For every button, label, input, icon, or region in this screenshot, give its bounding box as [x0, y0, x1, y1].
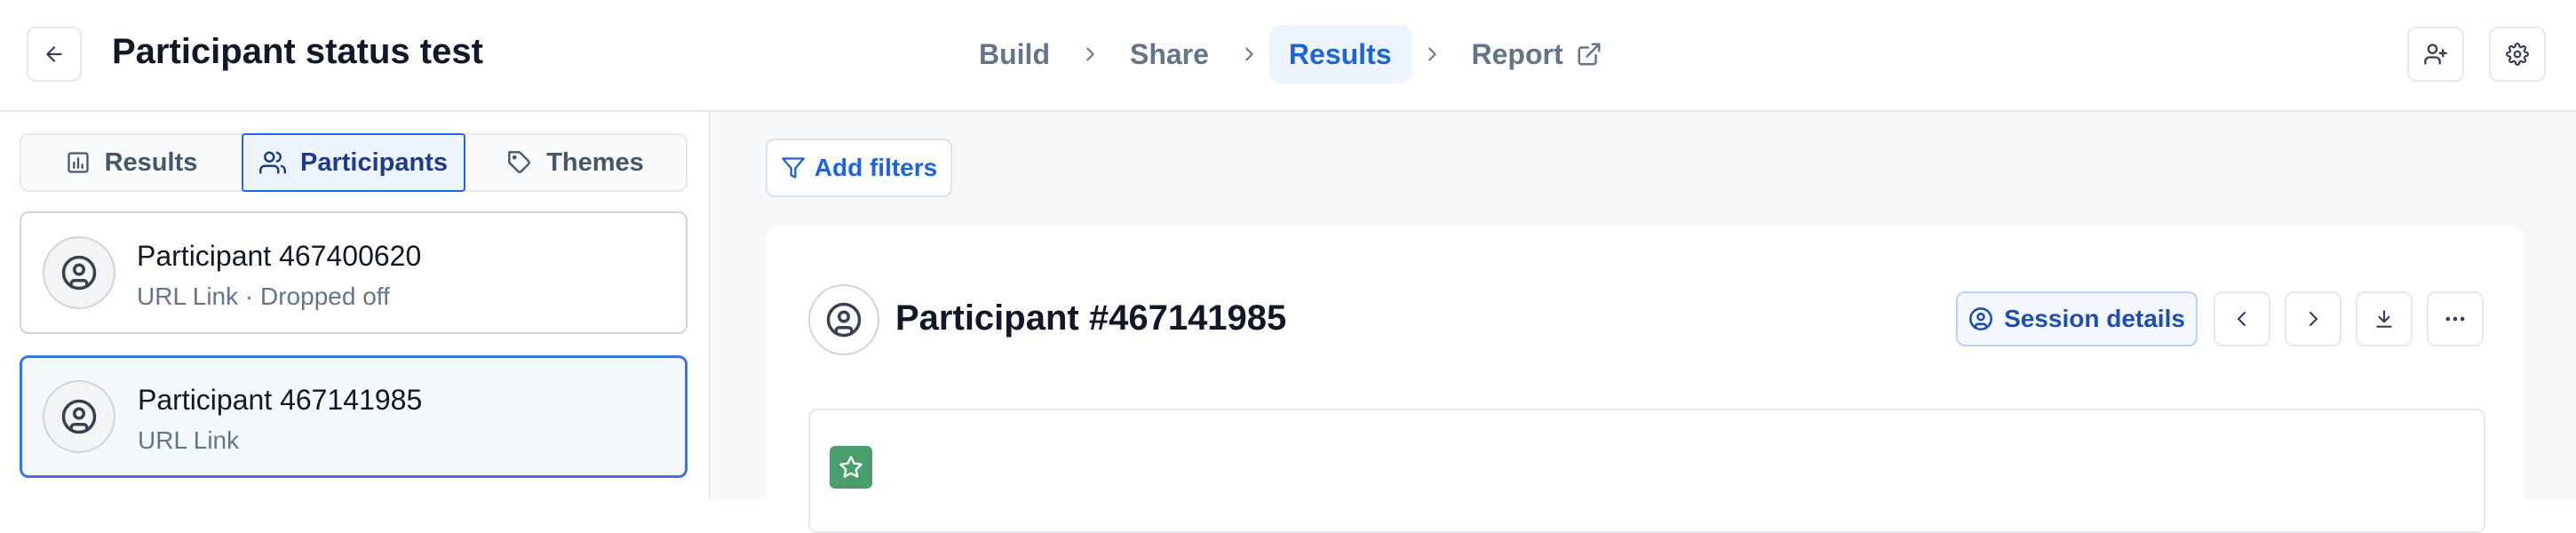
more-options-button[interactable]: [2427, 291, 2484, 346]
step-build[interactable]: Build: [959, 25, 1069, 84]
more-horizontal-icon: [2445, 316, 2465, 322]
filter-icon: [781, 157, 805, 179]
step-report-label: Report: [1471, 37, 1563, 70]
users-icon: [259, 151, 286, 174]
avatar: [43, 380, 115, 453]
user-circle-icon: [61, 399, 97, 434]
response-card: [808, 409, 2485, 533]
chevron-right-icon: [1069, 44, 1110, 64]
tab-results[interactable]: Results: [21, 135, 242, 190]
download-button[interactable]: [2356, 291, 2413, 346]
add-filters-label: Add filters: [814, 154, 938, 181]
participant-title: Participant #467141985: [895, 298, 1287, 338]
user-circle-icon: [61, 255, 97, 290]
participant-source: URL Link · Dropped off: [137, 282, 390, 310]
tab-results-label: Results: [104, 147, 198, 177]
participant-detail-card: Participant #467141985 Session details: [766, 226, 2524, 533]
chevron-right-icon: [2309, 311, 2318, 327]
arrow-left-icon: [46, 46, 62, 62]
page-title: Participant status test: [112, 32, 483, 71]
settings-button[interactable]: [2489, 27, 2546, 82]
workflow-steps: Build Share Results Report: [959, 23, 1622, 85]
download-icon: [2376, 310, 2392, 328]
step-share[interactable]: Share: [1110, 25, 1228, 84]
panel-tabs: Results Participants Themes: [20, 133, 688, 192]
tag-icon: [508, 151, 531, 173]
top-header: Participant status test Build Share Resu…: [0, 0, 2576, 112]
tab-themes-label: Themes: [546, 147, 644, 177]
participants-panel: Results Participants Themes Participant …: [0, 112, 711, 499]
tab-participants-label: Participants: [300, 147, 448, 177]
gear-icon: [2506, 43, 2529, 66]
session-details-label: Session details: [2004, 305, 2185, 332]
chevron-right-icon: [1228, 44, 1269, 64]
avatar: [43, 236, 115, 309]
back-button[interactable]: [27, 27, 82, 82]
participant-name: Participant 467400620: [137, 240, 422, 272]
user-plus-icon: [2424, 44, 2447, 65]
previous-participant-button[interactable]: [2214, 291, 2270, 346]
chevron-left-icon: [2237, 311, 2246, 327]
tab-themes[interactable]: Themes: [465, 135, 686, 190]
user-circle-icon: [1969, 307, 1993, 330]
invite-user-button[interactable]: [2407, 27, 2464, 82]
participant-source: URL Link: [138, 426, 240, 454]
step-report[interactable]: Report: [1452, 25, 1622, 84]
avatar: [808, 284, 879, 355]
external-link-icon: [1578, 43, 1601, 66]
session-details-button[interactable]: Session details: [1956, 291, 2198, 346]
participant-name: Participant 467141985: [138, 384, 423, 416]
tab-participants[interactable]: Participants: [242, 133, 465, 192]
next-participant-button[interactable]: [2285, 291, 2341, 346]
results-main: Add filters Participant #467141985 Sessi…: [712, 112, 2576, 533]
star-icon: [830, 446, 872, 489]
add-filters-button[interactable]: Add filters: [766, 139, 952, 197]
bar-chart-icon: [67, 152, 89, 173]
step-results[interactable]: Results: [1268, 25, 1411, 84]
user-circle-icon: [826, 302, 862, 338]
chevron-right-icon: [1411, 44, 1452, 64]
participant-list-item[interactable]: Participant 467141985 URL Link: [20, 355, 688, 478]
participant-list-item[interactable]: Participant 467400620 URL Link · Dropped…: [20, 211, 688, 334]
